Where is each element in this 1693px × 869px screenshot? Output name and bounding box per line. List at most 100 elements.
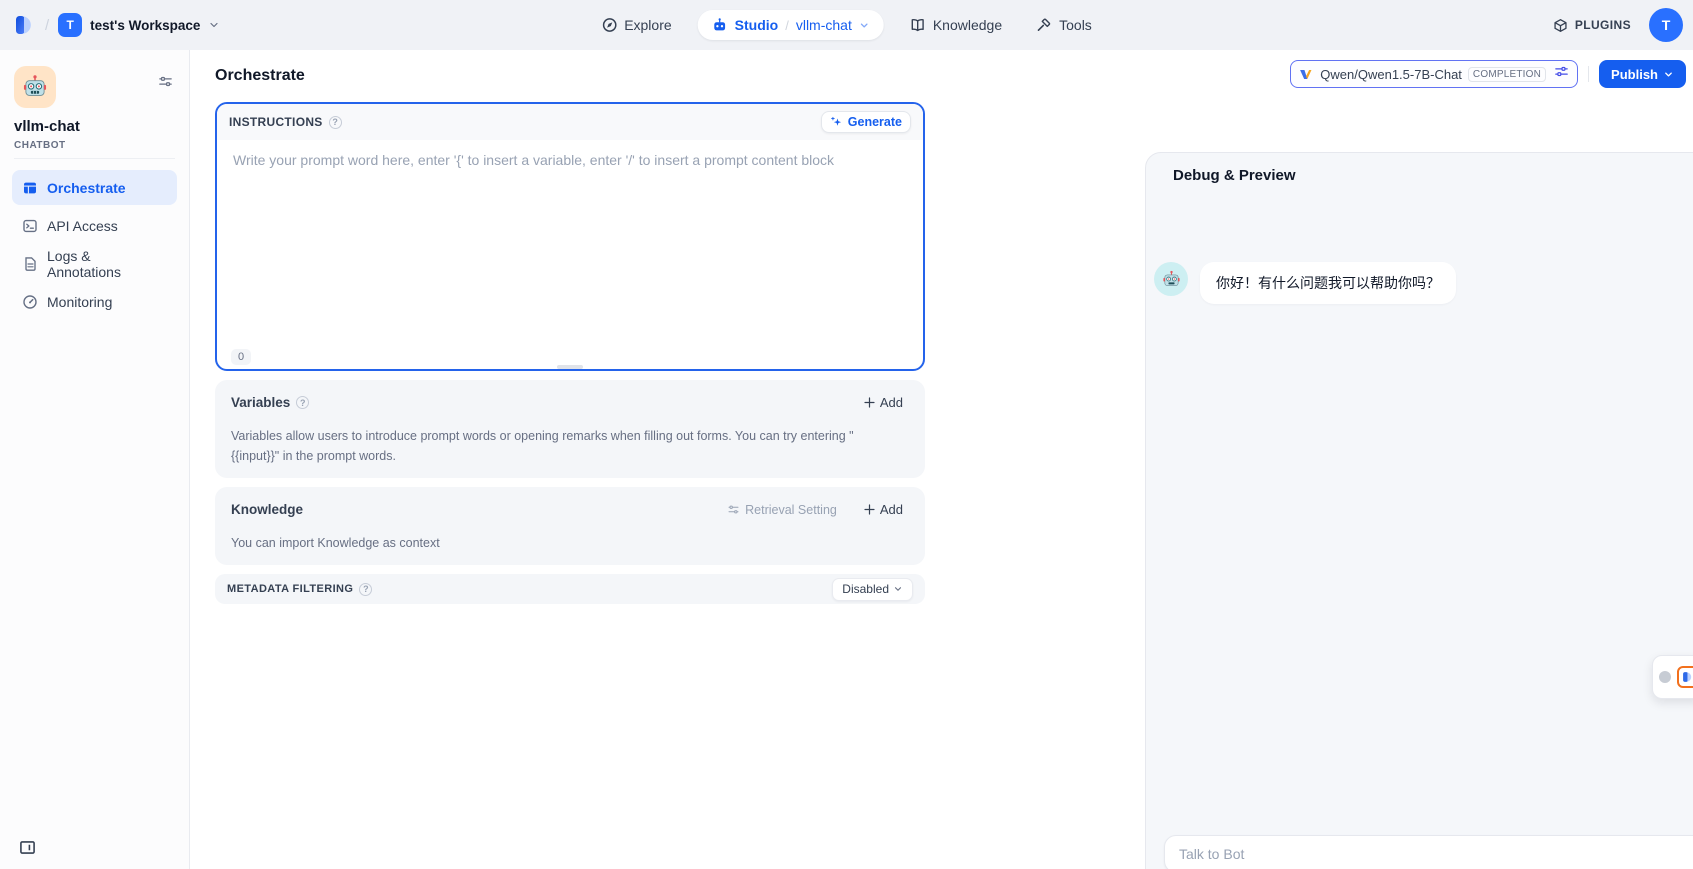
chevron-down-icon <box>893 584 903 594</box>
sidebar-item-label: API Access <box>47 218 118 234</box>
talk-to-bot-input[interactable] <box>1179 836 1693 869</box>
header-divider <box>1588 66 1589 82</box>
metadata-filtering-label: METADATA FILTERING <box>227 583 353 595</box>
nav-item-label: Explore <box>624 17 671 33</box>
main-nav: Explore Studio / vllm-chat Knowledge Too… <box>593 10 1100 40</box>
app-name: vllm-chat <box>14 118 80 135</box>
retrieval-setting-button[interactable]: Retrieval Setting <box>721 500 843 520</box>
nav-item-studio[interactable]: Studio / vllm-chat <box>698 10 884 40</box>
sparkle-icon <box>830 116 843 129</box>
workspace-name: test's Workspace <box>90 18 200 33</box>
nav-item-label: Knowledge <box>933 17 1002 33</box>
sidebar-item-orchestrate[interactable]: Orchestrate <box>12 170 177 205</box>
model-settings-icon[interactable] <box>1554 64 1569 84</box>
app-icon[interactable] <box>14 66 56 108</box>
chat-input-box <box>1164 835 1693 869</box>
nav-item-explore[interactable]: Explore <box>593 10 679 40</box>
add-knowledge-button[interactable]: Add <box>857 499 909 520</box>
studio-label: Studio <box>735 17 779 33</box>
explore-compass-icon <box>601 17 617 33</box>
help-icon[interactable] <box>359 583 372 596</box>
metadata-filtering-value: Disabled <box>842 582 889 596</box>
chevron-down-icon <box>208 19 220 31</box>
help-icon[interactable] <box>296 396 309 409</box>
plus-icon <box>863 396 876 409</box>
collapse-sidebar-button[interactable] <box>19 839 36 861</box>
instructions-panel: INSTRUCTIONS Generate 0 <box>215 102 925 371</box>
robot-icon <box>712 17 728 33</box>
retrieval-setting-label: Retrieval Setting <box>745 503 837 517</box>
add-variable-button[interactable]: Add <box>857 392 909 413</box>
robot-emoji-icon <box>22 74 48 100</box>
sidebar-divider <box>14 158 175 159</box>
sidebar-item-logs-annotations[interactable]: Logs & Annotations <box>12 246 177 281</box>
bot-message-bubble: 你好！有什么问题我可以帮助你吗？ <box>1200 262 1456 304</box>
variables-description: Variables allow users to introduce promp… <box>231 426 871 466</box>
metadata-filtering-section: METADATA FILTERING Disabled <box>215 574 925 604</box>
dify-logo[interactable] <box>14 14 36 36</box>
sidebar-item-label: Logs & Annotations <box>47 248 167 280</box>
studio-current-app: vllm-chat <box>796 17 852 33</box>
robot-emoji-icon <box>1162 270 1181 289</box>
model-name: Qwen/Qwen1.5-7B-Chat <box>1320 67 1462 82</box>
sidebar-item-label: Orchestrate <box>47 180 126 196</box>
generate-button[interactable]: Generate <box>821 111 911 133</box>
variables-title: Variables <box>231 395 290 410</box>
char-count-badge: 0 <box>231 349 251 365</box>
publish-button[interactable]: Publish <box>1599 60 1686 88</box>
sidebar-item-api-access[interactable]: API Access <box>12 208 177 243</box>
dify-widget-icon[interactable] <box>1677 666 1693 688</box>
app-settings-icon[interactable] <box>158 74 173 94</box>
knowledge-description: You can import Knowledge as context <box>231 533 909 553</box>
terminal-icon <box>22 218 38 234</box>
nav-item-knowledge[interactable]: Knowledge <box>902 10 1010 40</box>
chat-messages: hi T 你好！有什么问题我可以帮助你吗？ <box>1146 211 1693 304</box>
user-message-row: hi T <box>1146 211 1693 249</box>
floating-helper-widget <box>1652 655 1693 699</box>
plus-icon <box>863 503 876 516</box>
bot-message-row: 你好！有什么问题我可以帮助你吗？ <box>1146 262 1693 304</box>
orchestrate-config: INSTRUCTIONS Generate 0 Variables <box>215 102 925 604</box>
publish-label: Publish <box>1611 67 1658 82</box>
sidebar-item-label: Monitoring <box>47 294 112 310</box>
chevron-down-icon <box>1663 69 1674 80</box>
knowledge-title: Knowledge <box>231 502 303 517</box>
sidebar-item-monitoring[interactable]: Monitoring <box>12 284 177 319</box>
nav-item-tools[interactable]: Tools <box>1028 10 1100 40</box>
sidebar-menu: Orchestrate API Access Logs & Annotation… <box>12 170 177 319</box>
metadata-filtering-dropdown[interactable]: Disabled <box>832 578 913 601</box>
instructions-input[interactable] <box>217 140 923 320</box>
variables-section: Variables Add Variables allow users to i… <box>215 380 925 478</box>
resize-handle[interactable] <box>557 365 583 369</box>
main-content: Orchestrate Qwen/Qwen1.5-7B-Chat COMPLET… <box>190 50 1693 869</box>
debug-preview-panel: Debug & Preview hi T <box>1145 152 1693 869</box>
user-avatar[interactable]: T <box>1649 8 1683 42</box>
workspace-selector[interactable]: T test's Workspace <box>58 13 220 37</box>
page-title: Orchestrate <box>215 67 305 85</box>
plugins-button[interactable]: PLUGINS <box>1553 18 1631 33</box>
nav-item-label: Tools <box>1059 17 1092 33</box>
vllm-logo-icon <box>1299 67 1314 82</box>
generate-label: Generate <box>848 115 902 129</box>
retrieval-sliders-icon <box>727 503 740 516</box>
widget-dot-button[interactable] <box>1659 671 1671 683</box>
chevron-down-icon <box>859 20 870 31</box>
workspace-avatar: T <box>58 13 82 37</box>
add-label: Add <box>880 395 903 410</box>
nav-separator: / <box>45 17 49 34</box>
model-selector[interactable]: Qwen/Qwen1.5-7B-Chat COMPLETION <box>1290 60 1578 88</box>
book-icon <box>910 17 926 33</box>
app-type-badge: CHATBOT <box>14 140 66 151</box>
bot-chat-avatar <box>1154 262 1188 296</box>
dify-orchestrate-page: / T test's Workspace Explore Studio / vl… <box>0 0 1693 869</box>
model-mode-badge: COMPLETION <box>1468 67 1546 82</box>
plugins-label: PLUGINS <box>1575 18 1631 32</box>
instructions-label: INSTRUCTIONS <box>229 115 323 129</box>
hammer-icon <box>1036 17 1052 33</box>
package-icon <box>1553 18 1568 33</box>
logs-document-icon <box>22 256 38 272</box>
top-nav: / T test's Workspace Explore Studio / vl… <box>0 0 1693 50</box>
monitoring-gauge-icon <box>22 294 38 310</box>
help-icon[interactable] <box>329 116 342 129</box>
app-sidebar: vllm-chat CHATBOT Orchestrate API Access… <box>0 50 190 869</box>
